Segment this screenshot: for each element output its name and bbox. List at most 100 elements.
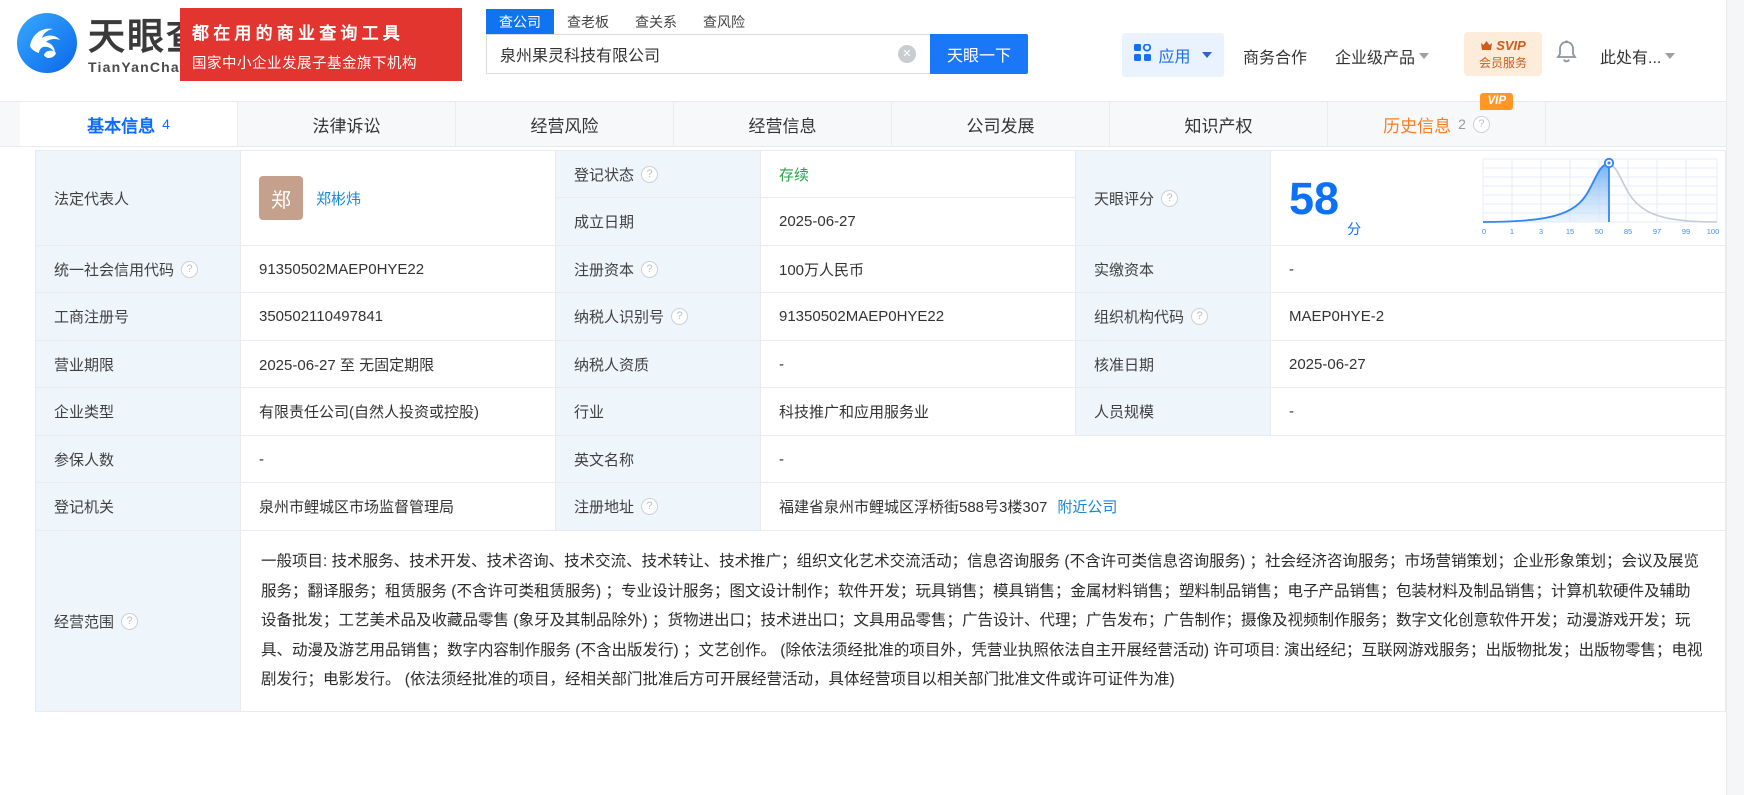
tab-company-development[interactable]: 公司发展: [892, 102, 1110, 146]
svg-text:99: 99: [1682, 227, 1690, 236]
caret-down-icon: [1201, 52, 1212, 58]
field-value-reg-address: 福建省泉州市鲤城区浮桥街588号3楼307 附近公司: [761, 483, 1726, 531]
search-tab-relation[interactable]: 查关系: [622, 9, 690, 34]
status-badge: 存续: [779, 166, 810, 184]
field-label-company-type: 企业类型: [36, 388, 241, 436]
field-label-taxpayer-id: 纳税人识别号?: [556, 293, 761, 341]
apps-grid-icon: [1134, 43, 1152, 66]
tab-operation-info[interactable]: 经营信息: [674, 102, 892, 146]
help-icon[interactable]: ?: [121, 612, 139, 630]
field-label-legal-rep: 法定代表人: [36, 151, 241, 246]
search-type-tabs: 查公司 查老板 查关系 查风险: [486, 9, 758, 34]
tab-legal-litigation[interactable]: 法律诉讼: [238, 102, 456, 146]
field-label-staff-size: 人员规模: [1076, 388, 1271, 436]
field-label-insured-count: 参保人数: [36, 436, 241, 483]
business-cooperation-link[interactable]: 商务合作: [1243, 44, 1307, 68]
field-value-staff-size: -: [1271, 388, 1726, 436]
search-tab-risk[interactable]: 查风险: [690, 9, 758, 34]
page-scroll-gutter[interactable]: [1726, 0, 1744, 795]
help-icon[interactable]: ?: [1161, 189, 1179, 207]
field-label-paid-capital: 实缴资本: [1076, 246, 1271, 293]
tab-history-info[interactable]: VIP 历史信息 2 ?: [1328, 93, 1546, 146]
field-value-score: 58 分 0 1 3 15 50 85 97 99 100: [1271, 151, 1726, 246]
field-value-approval-date: 2025-06-27: [1271, 341, 1726, 388]
tab-basic-info[interactable]: 基本信息 4: [20, 102, 238, 146]
help-icon[interactable]: ?: [1472, 115, 1490, 133]
page: 天眼查 TianYanCha.com 都在用的商业查询工具 国家中小企业发展子基…: [0, 0, 1744, 795]
search-tab-company[interactable]: 查公司: [486, 9, 554, 34]
vip-badge: VIP: [1480, 93, 1513, 110]
enterprise-products-link[interactable]: 企业级产品: [1335, 44, 1430, 68]
tab-intellectual-property[interactable]: 知识产权: [1110, 102, 1328, 146]
svip-member-button[interactable]: SVIP 会员服务: [1464, 32, 1542, 76]
field-value-taxpayer-quality: -: [761, 341, 1076, 388]
caret-down-icon: [1419, 53, 1430, 59]
svip-sublabel: 会员服务: [1478, 55, 1527, 70]
field-label-reg-authority: 登记机关: [36, 483, 241, 531]
help-icon[interactable]: ?: [1191, 308, 1209, 325]
field-label-establish-date: 成立日期: [556, 198, 761, 246]
help-icon[interactable]: ?: [641, 260, 659, 278]
svg-text:3: 3: [1539, 227, 1543, 236]
notification-bell-icon[interactable]: [1556, 40, 1577, 68]
score-unit: 分: [1347, 221, 1362, 237]
svg-text:100: 100: [1707, 227, 1719, 236]
field-label-credit-code: 统一社会信用代码?: [36, 246, 241, 293]
tab-operation-risk[interactable]: 经营风险: [456, 102, 674, 146]
crown-icon: [1481, 40, 1493, 50]
help-icon[interactable]: ?: [641, 165, 659, 183]
field-value-reg-authority: 泉州市鲤城区市场监督管理局: [241, 483, 556, 531]
business-scope-text: 一般项目: 技术服务、技术开发、技术咨询、技术交流、技术转让、技术推广；组织文化…: [261, 553, 1703, 689]
field-value-business-term: 2025-06-27 至 无固定期限: [241, 341, 556, 388]
apps-label: 应用: [1158, 49, 1191, 66]
avatar[interactable]: 郑: [259, 176, 303, 220]
field-value-taxpayer-id: 91350502MAEP0HYE22: [761, 293, 1076, 341]
field-label-business-scope: 经营范围?: [36, 531, 241, 712]
field-value-reg-capital: 100万人民币: [761, 246, 1076, 293]
help-icon[interactable]: ?: [641, 498, 659, 515]
banner-line1: 都在用的商业查询工具: [192, 24, 404, 43]
svg-text:85: 85: [1624, 227, 1632, 236]
field-label-taxpayer-quality: 纳税人资质: [556, 341, 761, 388]
field-value-paid-capital: -: [1271, 246, 1726, 293]
search-tab-boss[interactable]: 查老板: [554, 9, 622, 34]
search-input[interactable]: [486, 34, 930, 74]
banner-line2: 国家中小企业发展子基金旗下机构: [192, 56, 417, 72]
field-value-company-type: 有限责任公司(自然人投资或控股): [241, 388, 556, 436]
help-icon[interactable]: ?: [671, 308, 689, 325]
field-value-business-scope: 一般项目: 技术服务、技术开发、技术咨询、技术交流、技术转让、技术推广；组织文化…: [241, 531, 1726, 712]
logo-icon: [16, 12, 78, 79]
field-value-insured-count: -: [241, 436, 556, 483]
field-value-reg-status: 存续: [761, 151, 1076, 198]
tab-count: 2: [1458, 116, 1466, 132]
field-value-org-code: MAEP0HYE-2: [1271, 293, 1726, 341]
field-label-score: 天眼评分?: [1076, 151, 1271, 246]
field-label-org-code: 组织机构代码?: [1076, 293, 1271, 341]
field-label-business-term: 营业期限: [36, 341, 241, 388]
field-value-reg-number: 350502110497841: [241, 293, 556, 341]
caret-down-icon: [1665, 53, 1676, 59]
score-number: 58: [1289, 172, 1340, 224]
field-value-legal-rep: 郑 郑彬炜: [241, 151, 556, 246]
svg-text:15: 15: [1566, 227, 1574, 236]
help-icon[interactable]: ?: [181, 260, 199, 278]
field-label-reg-number: 工商注册号: [36, 293, 241, 341]
legal-rep-link[interactable]: 郑彬炜: [316, 188, 361, 209]
field-value-credit-code: 91350502MAEP0HYE22: [241, 246, 556, 293]
svg-text:0: 0: [1482, 227, 1486, 236]
clear-search-icon[interactable]: ✕: [898, 45, 916, 63]
search-button[interactable]: 天眼一下: [930, 34, 1028, 74]
brand-banner: 都在用的商业查询工具 国家中小企业发展子基金旗下机构: [180, 8, 462, 81]
basic-info-table: 法定代表人 郑 郑彬炜 登记状态? 存续 成立日期 2025-06-27 天眼评…: [35, 150, 1726, 712]
field-label-approval-date: 核准日期: [1076, 341, 1271, 388]
score-curve-chart: 0 1 3 15 50 85 97 99 100: [1481, 155, 1719, 241]
field-label-reg-status: 登记状态?: [556, 151, 761, 198]
apps-menu-button[interactable]: 应用: [1122, 33, 1224, 77]
account-menu[interactable]: 此处有...: [1600, 44, 1676, 68]
field-value-establish-date: 2025-06-27: [761, 198, 1076, 246]
tabbar-spacer: [0, 102, 20, 146]
field-value-english-name: -: [761, 436, 1726, 483]
nearby-companies-link[interactable]: 附近公司: [1057, 496, 1117, 517]
field-label-reg-address: 注册地址?: [556, 483, 761, 531]
field-label-english-name: 英文名称: [556, 436, 761, 483]
